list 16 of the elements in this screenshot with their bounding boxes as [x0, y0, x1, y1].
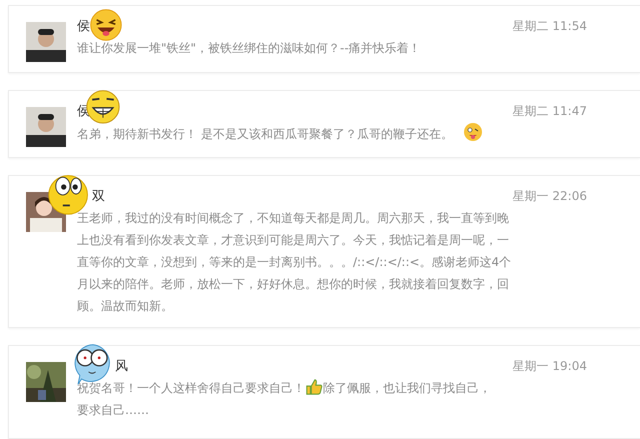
- comment-text: 王老师，我过的没有时间概念了，不知道每天都是周几。周六那天，我一直等到晚上也没有看到你发表文章，才意识到可能是周六了。今天，我惦记着是周一呢，一直等你的文章，没想到，等来的是一封离别书。。。/::</::</::<。感谢老师这4个月以来的陪伴。老师，放松一下，好好休息。想你的时候，我就接着回复数字，回顾。温故而知新。: [77, 211, 512, 313]
- user-name: 风: [115, 358, 128, 375]
- comment-text: 要求自己……: [77, 402, 150, 419]
- comment-text: 名弟，期待新书发行！ 是不是又该和西瓜哥聚餐了？瓜哥的鞭子还在。: [77, 127, 453, 141]
- laughing-face-icon: [89, 8, 123, 42]
- comment-text: 谁让你发展一堆"铁丝"，被铁丝绑住的滋味如何？--痛并快乐着！: [77, 41, 421, 55]
- emoji-icon: [462, 122, 483, 142]
- comment-text: 除了佩服，也让我们寻找自己，: [323, 381, 491, 395]
- timestamp: 星期一 19:04: [512, 358, 587, 375]
- timestamp: 星期二 11:47: [512, 103, 587, 120]
- comment-text: 祝贺名哥！一个人这样舍得自己要求自己！: [77, 381, 305, 395]
- user-name: 双: [92, 188, 105, 205]
- timestamp: 星期一 22:06: [512, 188, 587, 205]
- thumbs-up-icon: [305, 378, 323, 396]
- user-name: 侯: [77, 18, 90, 35]
- timestamp: 星期二 11:54: [512, 18, 587, 35]
